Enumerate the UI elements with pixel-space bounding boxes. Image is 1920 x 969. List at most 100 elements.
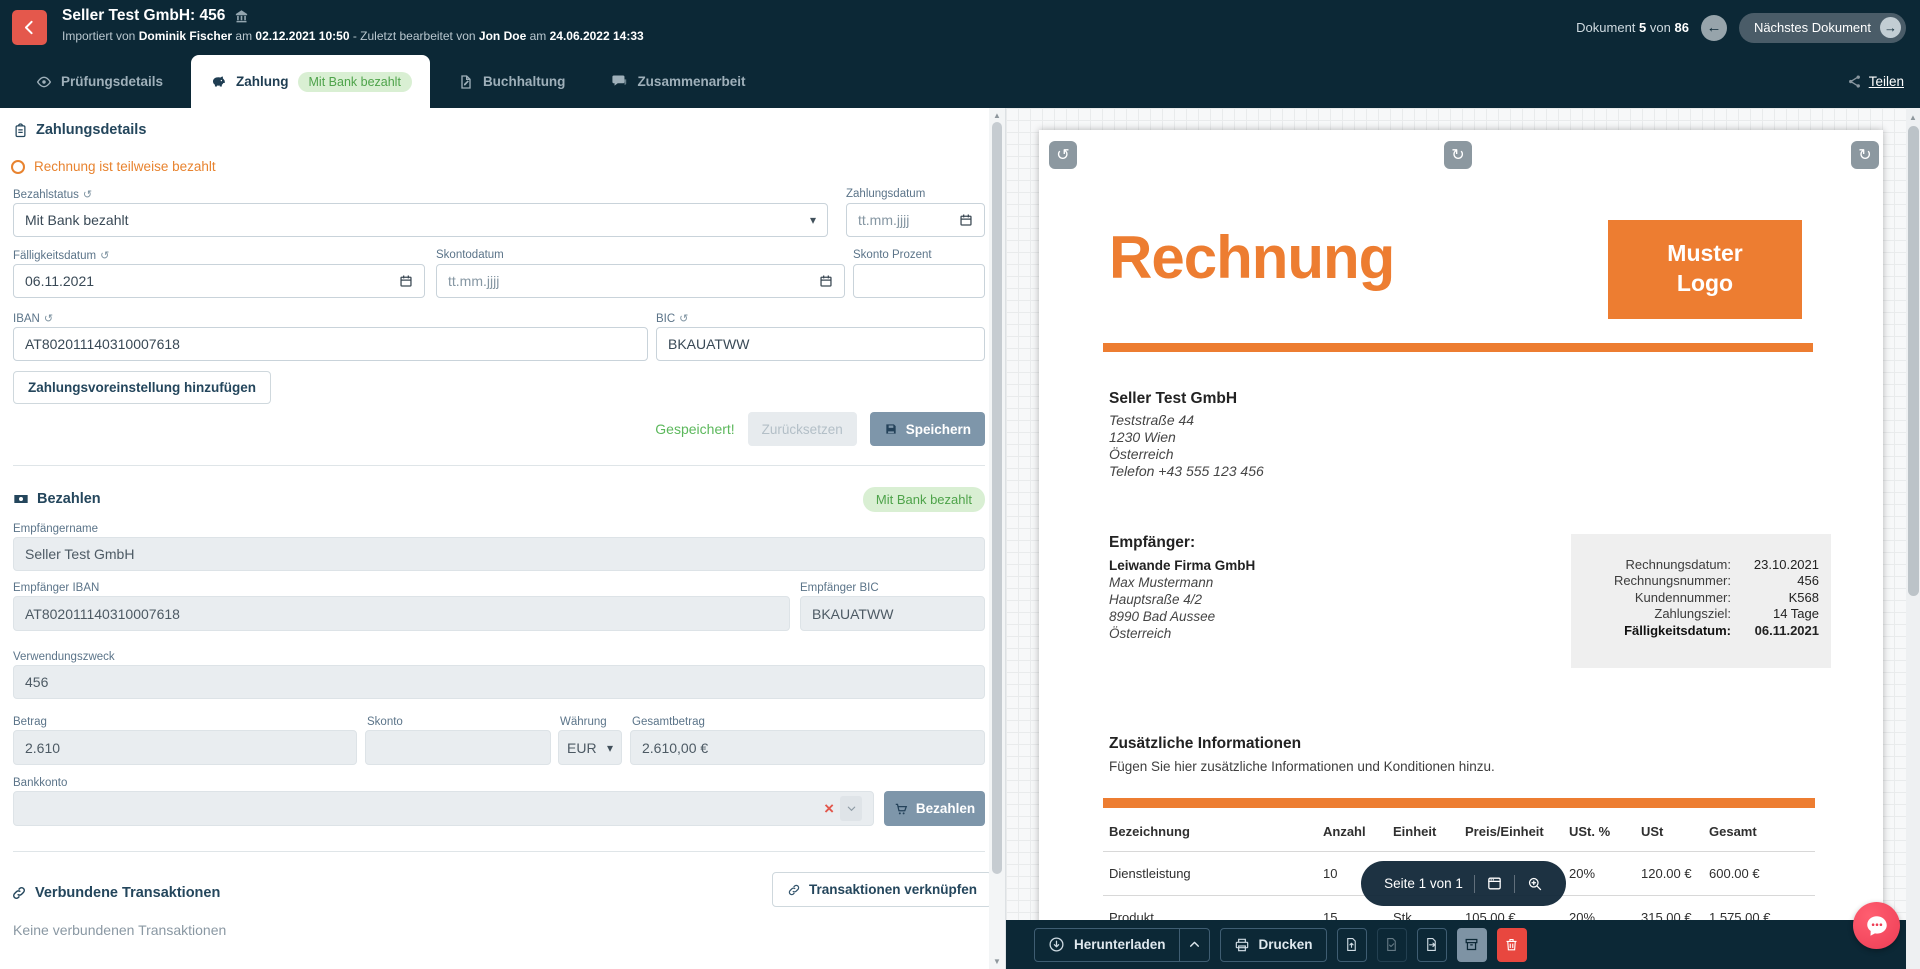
pay-button[interactable]: Bezahlen [884,791,985,826]
piggy-bank-icon [209,73,227,91]
next-document-button[interactable]: Nächstes Dokument → [1739,13,1906,43]
tab-buchhaltung[interactable]: Buchhaltung [440,55,584,108]
download-button[interactable]: Herunterladen [1035,929,1179,961]
file-export-icon [1424,937,1439,952]
print-button[interactable]: Drucken [1220,928,1327,962]
pay-heading: Bezahlen [13,491,101,507]
link-icon [787,883,801,897]
zoom-in-button[interactable] [1526,875,1543,892]
bezahlstatus-label: Bezahlstatus↺ [13,188,92,201]
payment-details-heading: Zahlungsdetails [13,122,146,138]
no-transactions-message: Keine verbundenen Transaktionen [13,922,226,938]
document-subtitle: Importiert von Dominik Fischer am 02.12.… [62,29,644,43]
archive-box-icon [1464,937,1479,952]
skontodatum-input[interactable]: tt.mm.jjjj [436,264,845,298]
caret-down-icon: ▾ [607,741,613,755]
scrollbar-thumb[interactable] [1908,126,1919,596]
scroll-up-icon[interactable]: ▲ [1909,113,1917,122]
divider [1474,875,1475,893]
download-options-button[interactable] [1179,929,1209,961]
eye-icon [36,74,52,90]
skonto-prozent-label: Skonto Prozent [853,249,932,261]
previous-document-button[interactable]: ← [1701,15,1727,41]
empfaenger-iban-label: Empfänger IBAN [13,582,99,594]
document-counter: Dokument 5 von 86 [1576,20,1689,35]
cart-icon [894,802,908,816]
file-check-icon [1384,937,1399,952]
share-link[interactable]: Teilen [1847,55,1904,108]
empfaenger-bic-label: Empfänger BIC [800,582,879,594]
bankkonto-select[interactable]: × [13,791,874,826]
history-icon: ↺ [679,312,688,325]
validate-file-button [1377,928,1407,962]
tab-bar: Prüfungsdetails Zahlung Mit Bank bezahlt… [0,55,1920,108]
chat-bubble-icon [1864,913,1890,939]
clipboard-icon [13,123,28,138]
refresh-button[interactable]: ↻ [1444,141,1472,169]
history-icon: ↺ [44,312,53,325]
zahlungsdatum-input[interactable]: tt.mm.jjjj [846,203,985,237]
printer-icon [1234,937,1250,953]
bezahlstatus-select[interactable]: Mit Bank bezahlt▾ [13,203,828,237]
invoice-title: Rechnung [1109,223,1394,292]
reset-button: Zurücksetzen [748,412,857,446]
transactions-heading: Verbundene Transaktionen [11,885,220,901]
payment-status-message: Rechnung ist teilweise bezahlt [11,159,216,174]
document-pencil-icon [458,74,474,90]
waehrung-select: EUR▾ [558,730,622,765]
save-button[interactable]: Speichern [870,412,985,446]
share-icon [1847,74,1862,89]
chevron-up-icon [1188,938,1201,951]
bic-input[interactable]: BKAUATWW [656,327,985,361]
calendar-icon[interactable] [959,213,973,227]
link-transactions-button[interactable]: Transaktionen verknüpfen [772,872,992,907]
bank-icon [234,9,249,24]
rotate-left-button[interactable]: ↺ [1049,141,1077,169]
clear-x-icon[interactable]: × [818,799,840,819]
table-header-row: BezeichnungAnzahlEinheitPreis/EinheitUSt… [1103,820,1815,852]
scroll-up-icon[interactable]: ▲ [993,111,1001,120]
left-panel-scrollbar[interactable]: ▲ ▼ [989,108,1005,969]
chat-bubbles-icon [611,73,628,90]
page-indicator-text: Seite 1 von 1 [1384,876,1463,891]
section-divider [13,465,985,466]
rotate-right-button[interactable]: ↻ [1851,141,1879,169]
attach-file-button[interactable] [1337,928,1367,962]
scrollbar-thumb[interactable] [992,122,1002,874]
back-button[interactable] [12,10,47,45]
empfaenger-iban-input: AT802011140310007618 [13,596,790,631]
tab-zusammenarbeit[interactable]: Zusammenarbeit [593,55,763,108]
faelligkeitsdatum-input[interactable]: 06.11.2021 [13,264,425,298]
zahlungsdatum-label: Zahlungsdatum [846,188,925,200]
recipient-address-block: Empfänger: Leiwande Firma GmbH Max Muste… [1109,534,1255,642]
saved-message: Gespeichert! [655,421,734,437]
calendar-icon[interactable] [399,274,413,288]
rotate-left-icon: ↺ [1056,145,1069,165]
arrow-left-icon: ← [1706,19,1721,36]
app-header: Seller Test GmbH: 456 Importiert von Dom… [0,0,1920,55]
extra-info-text: Fügen Sie hier zusätzliche Informationen… [1109,759,1495,774]
page-thumbnails-button[interactable] [1486,875,1503,892]
empfaenger-bic-input: BKAUATWW [800,596,985,631]
scroll-down-icon[interactable]: ▼ [993,957,1001,966]
add-payment-preset-button[interactable]: Zahlungsvoreinstellung hinzufügen [13,371,271,404]
gesamtbetrag-input: 2.610,00 € [630,730,985,765]
archive-button[interactable] [1457,928,1487,962]
chevron-down-icon[interactable] [840,796,862,821]
tab-pruefungsdetails[interactable]: Prüfungsdetails [18,55,181,108]
iban-input[interactable]: AT802011140310007618 [13,327,648,361]
pdf-preview-panel: Rechnung Muster Logo Seller Test GmbH Te… [1005,108,1920,969]
export-file-button[interactable] [1417,928,1447,962]
chat-widget-button[interactable] [1853,902,1900,949]
waehrung-label: Währung [560,716,607,728]
delete-button[interactable] [1497,928,1527,962]
status-circle-icon [11,160,25,174]
skonto-prozent-input[interactable] [853,264,985,298]
skonto-input [365,730,551,765]
calendar-icon[interactable] [819,274,833,288]
save-row: Gespeichert! Zurücksetzen Speichern [655,412,985,446]
pdf-scrollbar[interactable]: ▲ [1906,108,1920,969]
tab-zahlung[interactable]: Zahlung Mit Bank bezahlt [191,55,430,108]
floppy-disk-icon [884,422,898,436]
skonto-label: Skonto [367,716,403,728]
